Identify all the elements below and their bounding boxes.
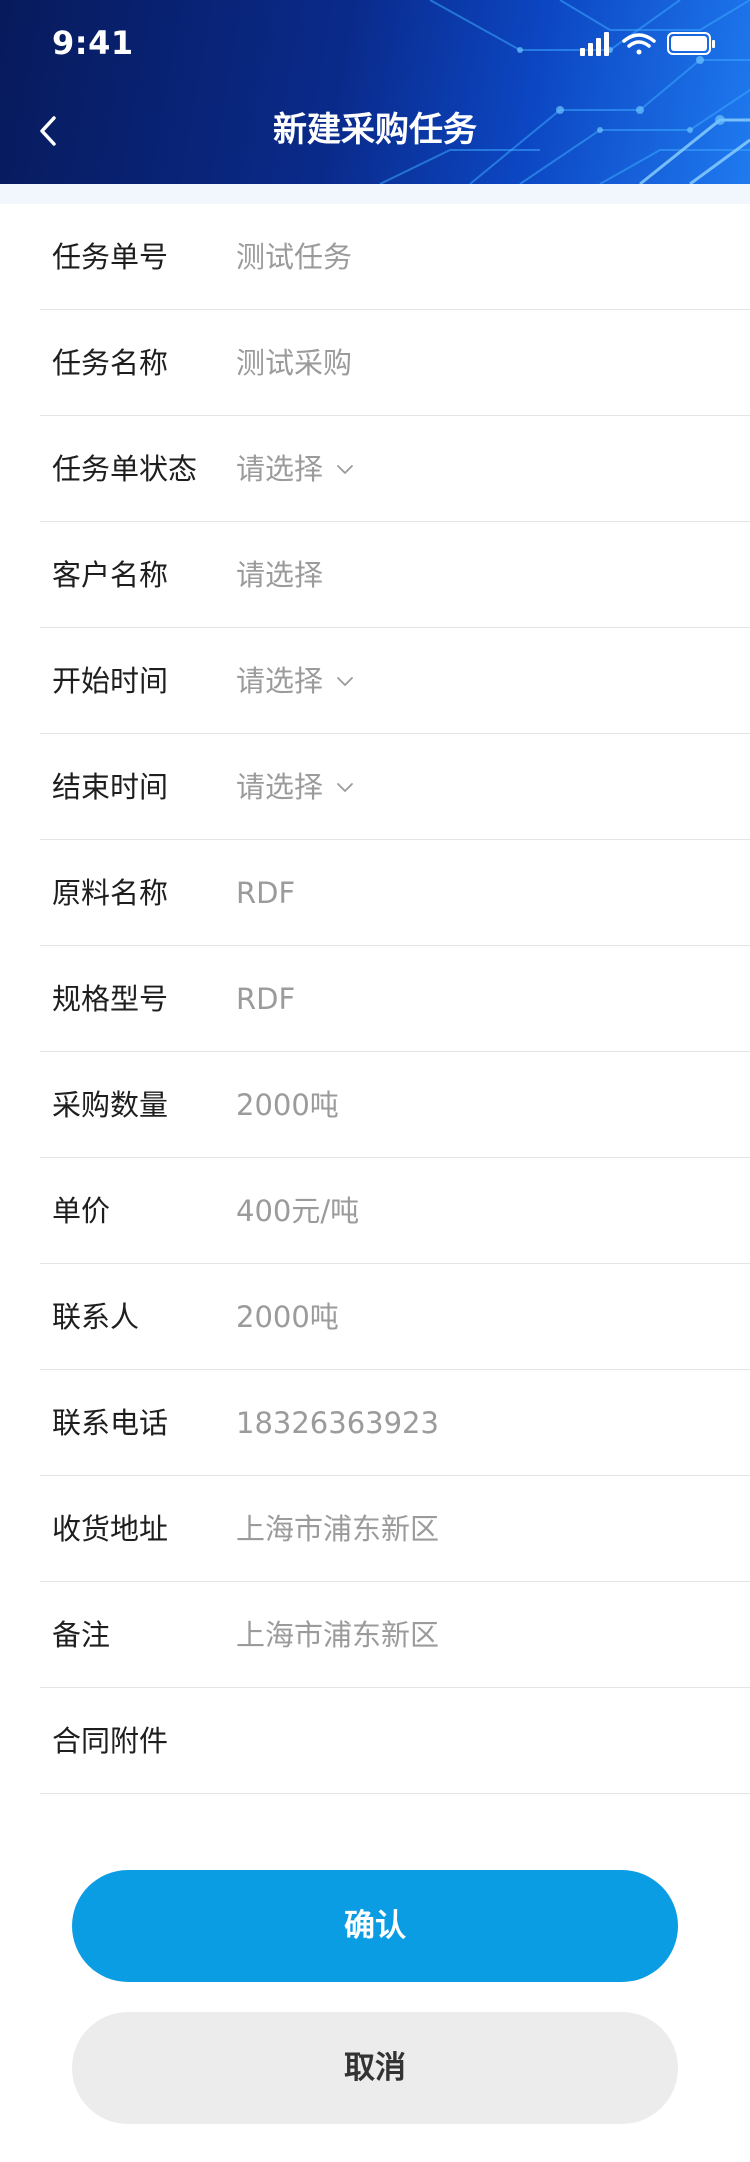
field-select[interactable]: 请选择: [236, 734, 355, 840]
form-row: 任务名称 测试采购: [40, 310, 750, 416]
field-value: 请选择: [236, 558, 324, 592]
form-row: 单价 400元/吨: [40, 1158, 750, 1264]
form-row: 任务单号 测试任务: [40, 204, 750, 310]
field-value: 2000吨: [236, 1300, 339, 1334]
field-value: 18326363923: [236, 1406, 439, 1440]
field-value: 请选择: [236, 770, 324, 804]
field-input[interactable]: 2000吨: [236, 1264, 339, 1370]
field-input[interactable]: 上海市浦东新区: [236, 1582, 439, 1688]
field-input[interactable]: 测试采购: [236, 310, 352, 416]
status-time: 9:41: [52, 24, 134, 62]
field-select[interactable]: 请选择: [236, 628, 355, 734]
field-input[interactable]: 请选择: [236, 522, 323, 628]
field-label: 收货地址: [52, 1512, 169, 1546]
header-separator-band: [0, 184, 750, 204]
field-value: 测试任务: [236, 240, 353, 274]
field-value: 上海市浦东新区: [236, 1512, 440, 1546]
field-label: 联系电话: [52, 1406, 169, 1440]
header-bar: 9:41 新建采购任务: [0, 0, 750, 184]
field-input[interactable]: 上海市浦东新区: [236, 1476, 439, 1582]
field-label: 单价: [52, 1194, 111, 1228]
status-icons: [580, 32, 715, 56]
chevron-down-icon: [337, 783, 353, 792]
task-form: 任务单号 测试任务 任务名称 测试采购 任务单状态 请选择 客户名称 请选择 开始时间 请选择 结束…: [40, 204, 750, 1794]
field-input[interactable]: 400元/吨: [236, 1158, 359, 1264]
field-value: 请选择: [236, 664, 324, 698]
field-input[interactable]: RDF: [236, 840, 295, 946]
field-label: 任务单号: [52, 240, 169, 274]
field-input[interactable]: 测试任务: [236, 204, 352, 310]
battery-icon: [667, 32, 715, 55]
form-row: 合同附件: [40, 1688, 750, 1794]
field-label: 原料名称: [52, 876, 169, 910]
field-label: 联系人: [52, 1300, 140, 1334]
page-title: 新建采购任务: [273, 110, 477, 150]
form-row: 备注 上海市浦东新区: [40, 1582, 750, 1688]
field-label: 采购数量: [52, 1088, 169, 1122]
form-row: 开始时间 请选择: [40, 628, 750, 734]
form-row: 规格型号 RDF: [40, 946, 750, 1052]
field-value: RDF: [236, 876, 296, 910]
field-label: 备注: [52, 1618, 111, 1652]
form-row: 收货地址 上海市浦东新区: [40, 1476, 750, 1582]
field-value: 测试采购: [236, 346, 353, 380]
chevron-down-icon: [337, 677, 353, 686]
field-value: 上海市浦东新区: [236, 1618, 440, 1652]
form-row: 客户名称 请选择: [40, 522, 750, 628]
field-value: 400元/吨: [236, 1194, 360, 1228]
field-label: 任务名称: [52, 346, 169, 380]
cancel-button[interactable]: 取消: [72, 2012, 678, 2124]
field-value: RDF: [236, 982, 296, 1016]
confirm-button[interactable]: 确认: [72, 1870, 678, 1982]
form-row: 结束时间 请选择: [40, 734, 750, 840]
field-input[interactable]: 18326363923: [236, 1370, 439, 1476]
cellular-signal-icon: [580, 32, 609, 56]
form-row: 任务单状态 请选择: [40, 416, 750, 522]
field-label: 规格型号: [52, 982, 169, 1016]
field-label: 客户名称: [52, 558, 169, 592]
chevron-down-icon: [337, 465, 353, 474]
field-label: 结束时间: [52, 770, 169, 804]
field-input[interactable]: 2000吨: [236, 1052, 339, 1158]
field-label: 合同附件: [52, 1724, 169, 1758]
field-input[interactable]: RDF: [236, 946, 295, 1052]
field-label: 任务单状态: [52, 452, 198, 486]
field-value: 2000吨: [236, 1088, 339, 1122]
form-row: 联系电话 18326363923: [40, 1370, 750, 1476]
field-label: 开始时间: [52, 664, 169, 698]
field-select[interactable]: 请选择: [236, 416, 355, 522]
form-row: 联系人 2000吨: [40, 1264, 750, 1370]
field-value: 请选择: [236, 452, 324, 486]
form-row: 原料名称 RDF: [40, 840, 750, 946]
wifi-icon: [622, 33, 656, 55]
form-row: 采购数量 2000吨: [40, 1052, 750, 1158]
